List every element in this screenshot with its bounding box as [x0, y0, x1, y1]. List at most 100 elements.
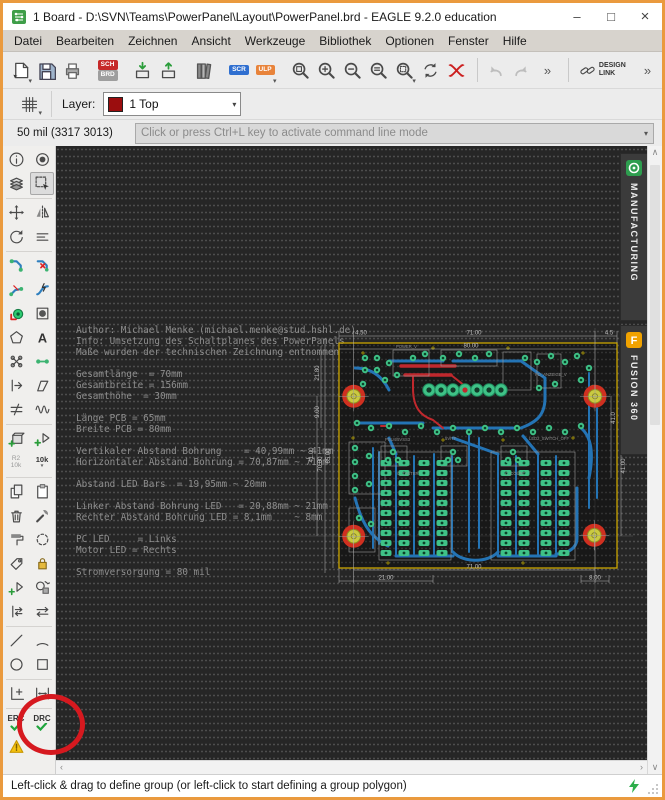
- ripup-tool[interactable]: [30, 254, 54, 277]
- ulp-button[interactable]: ULP ▾: [254, 57, 277, 85]
- board-canvas[interactable]: Author: Michael Menke (michael.menke@stu…: [56, 146, 647, 760]
- save-button[interactable]: [35, 57, 58, 84]
- value-tool[interactable]: R2 10k: [4, 451, 28, 474]
- info-tool[interactable]: [4, 148, 28, 171]
- vertical-scrollbar[interactable]: ∧ ∨: [647, 146, 662, 774]
- menu-optionen[interactable]: Optionen: [378, 32, 441, 50]
- smd-pad-tool[interactable]: [30, 302, 54, 325]
- zoom-select-button[interactable]: ▾: [393, 57, 416, 85]
- zoom-in-button[interactable]: [315, 57, 338, 84]
- tab-fusion-360[interactable]: F FUSION 360: [620, 325, 647, 455]
- shape-tool[interactable]: [30, 374, 54, 397]
- scroll-down-icon[interactable]: ∨: [652, 761, 659, 774]
- menu-bibliothek[interactable]: Bibliothek: [312, 32, 378, 50]
- mark-tool[interactable]: [4, 374, 28, 397]
- separator: [6, 198, 52, 199]
- redo-button[interactable]: [510, 57, 533, 84]
- via-tool[interactable]: [4, 302, 28, 325]
- toolbar-overflow-button-2[interactable]: »: [636, 57, 659, 84]
- show-tool[interactable]: [30, 148, 54, 171]
- gateswap-tool[interactable]: [4, 576, 28, 599]
- menu-hilfe[interactable]: Hilfe: [496, 32, 534, 50]
- wire-tool[interactable]: [30, 350, 54, 373]
- scroll-right-icon[interactable]: ›: [636, 761, 647, 774]
- library-manager-button[interactable]: [192, 57, 215, 84]
- horizontal-scrollbar[interactable]: ‹ ›: [56, 760, 647, 774]
- scroll-left-icon[interactable]: ‹: [56, 761, 67, 774]
- design-link-button[interactable]: DESIGN LINK: [575, 57, 633, 84]
- dropdown-caret-icon: ▾: [643, 128, 648, 138]
- unroute-tool[interactable]: [30, 278, 54, 301]
- delete-tool[interactable]: [4, 504, 28, 527]
- stop-button[interactable]: [445, 57, 468, 84]
- rotate-tool[interactable]: [4, 225, 28, 248]
- signal-tool[interactable]: [4, 398, 28, 421]
- status-message: Left-click & drag to define group (or le…: [11, 780, 407, 792]
- zoom-out-button[interactable]: [341, 57, 364, 84]
- group-tool[interactable]: [30, 172, 54, 195]
- zoom-redraw-button[interactable]: [367, 57, 390, 84]
- layer-select[interactable]: 1 Top ▾: [103, 92, 242, 116]
- close-button[interactable]: ×: [628, 3, 662, 30]
- export-library-button[interactable]: [131, 57, 154, 84]
- tab-manufacturing[interactable]: MANUFACTURING: [620, 153, 647, 321]
- lock-tool[interactable]: [30, 552, 54, 575]
- ratsnest-tool[interactable]: [4, 350, 28, 373]
- circle-tool[interactable]: [4, 653, 28, 676]
- sch-brd-switch-button[interactable]: SCH BRD: [96, 57, 119, 84]
- separator: [51, 91, 52, 117]
- toolbar-overflow-button[interactable]: »: [536, 57, 559, 84]
- rect-tool[interactable]: [30, 653, 54, 676]
- route-tool[interactable]: [4, 254, 28, 277]
- command-line-placeholder: Click or press Ctrl+L key to activate co…: [141, 127, 428, 139]
- menu-werkzeuge[interactable]: Werkzeuge: [238, 32, 312, 50]
- copy-tool[interactable]: [4, 480, 28, 503]
- update-library-button[interactable]: [157, 57, 180, 84]
- meander-tool[interactable]: [30, 398, 54, 421]
- replace-tool[interactable]: [30, 576, 54, 599]
- mirror-tool[interactable]: [30, 201, 54, 224]
- add-device-tool[interactable]: [30, 427, 54, 450]
- menu-ansicht[interactable]: Ansicht: [184, 32, 237, 50]
- refresh-button[interactable]: [419, 57, 442, 84]
- erc-button[interactable]: ERC: [4, 711, 28, 734]
- command-line-input[interactable]: Click or press Ctrl+L key to activate co…: [135, 122, 654, 144]
- scrollbar-thumb[interactable]: [650, 165, 660, 425]
- align-tool[interactable]: [30, 225, 54, 248]
- dimension-tool[interactable]: [4, 682, 28, 705]
- polygon-tool[interactable]: [4, 326, 28, 349]
- new-board-button[interactable]: ▾: [9, 57, 32, 85]
- add-part-tool[interactable]: [4, 427, 28, 450]
- paste-tool[interactable]: [30, 480, 54, 503]
- window-title: 1 Board - D:\SVN\Teams\PowerPanel\Layout…: [33, 9, 497, 24]
- resize-grip[interactable]: [647, 783, 659, 795]
- paint-tool[interactable]: [4, 528, 28, 551]
- split-tool[interactable]: [4, 278, 28, 301]
- scroll-up-icon[interactable]: ∧: [652, 146, 659, 159]
- arc-tool[interactable]: [30, 629, 54, 652]
- undo-button[interactable]: [484, 57, 507, 84]
- zoom-fit-button[interactable]: [289, 57, 312, 84]
- optimize-tool[interactable]: [30, 528, 54, 551]
- menu-datei[interactable]: Datei: [7, 32, 49, 50]
- text-tool[interactable]: A: [30, 326, 54, 349]
- layer-settings-tool[interactable]: [4, 172, 28, 195]
- change-tool[interactable]: [30, 504, 54, 527]
- menu-bearbeiten[interactable]: Bearbeiten: [49, 32, 121, 50]
- grid-button[interactable]: ▾: [15, 91, 43, 117]
- print-button[interactable]: [61, 57, 84, 84]
- drc-button[interactable]: DRC: [30, 711, 54, 734]
- swap-tool[interactable]: [30, 600, 54, 623]
- line-tool[interactable]: [4, 629, 28, 652]
- menu-fenster[interactable]: Fenster: [441, 32, 496, 50]
- pinswap-tool[interactable]: [4, 600, 28, 623]
- measure-tool[interactable]: [30, 682, 54, 705]
- menu-zeichnen[interactable]: Zeichnen: [121, 32, 184, 50]
- smash-tool[interactable]: 10k ▾: [30, 451, 54, 474]
- minimize-button[interactable]: –: [560, 3, 594, 30]
- scr-button[interactable]: SCR: [227, 57, 250, 84]
- errors-tool[interactable]: [4, 735, 28, 758]
- maximize-button[interactable]: □: [594, 3, 628, 30]
- name-tool[interactable]: [4, 552, 28, 575]
- move-tool[interactable]: [4, 201, 28, 224]
